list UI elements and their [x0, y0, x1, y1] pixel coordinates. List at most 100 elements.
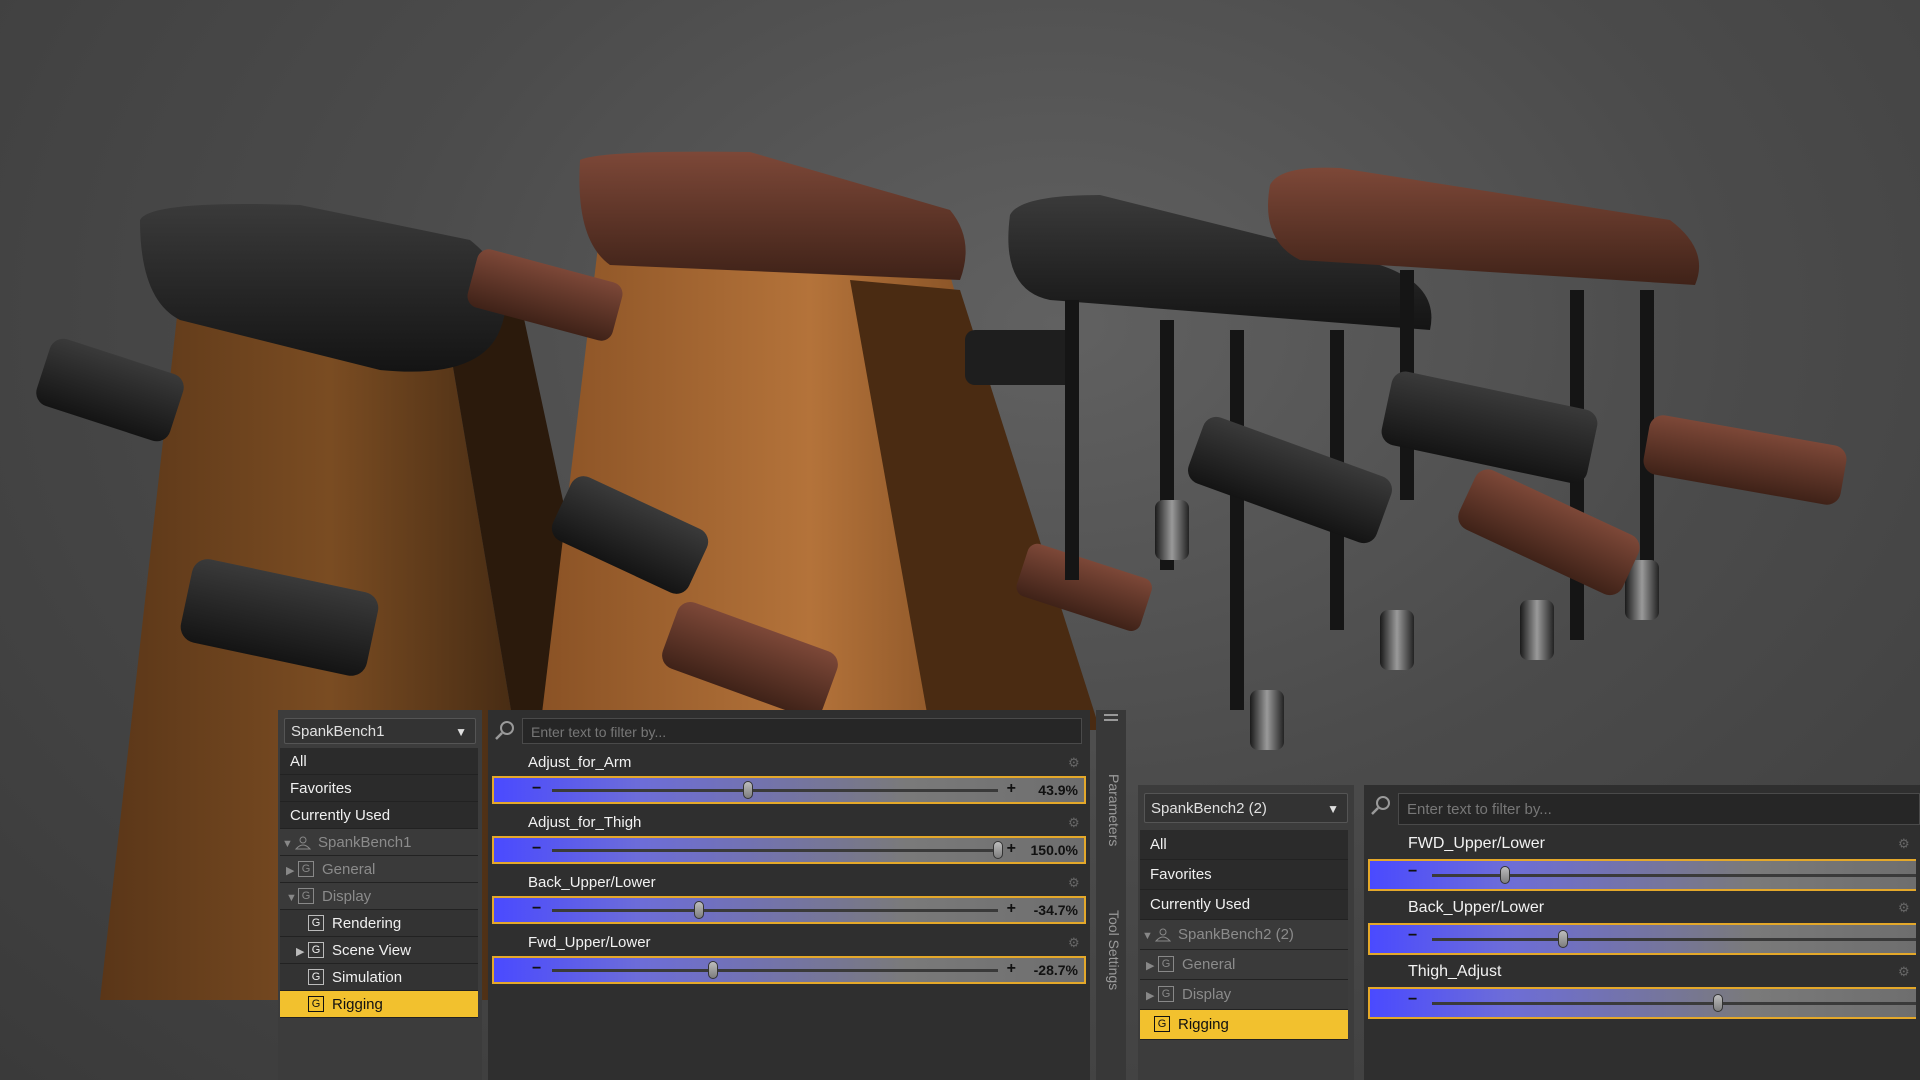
parameter-slider[interactable]: − + -28.7% [492, 956, 1086, 984]
gear-icon[interactable]: ⚙ [1068, 756, 1082, 770]
collapse-arrow-icon[interactable]: ▶ [1146, 951, 1158, 981]
slider-knob[interactable] [1499, 866, 1510, 884]
filter-input[interactable]: Enter text to filter by... [1398, 793, 1920, 825]
tree-item-display[interactable]: ▶ G Display [1140, 980, 1348, 1010]
slider-track[interactable] [552, 781, 998, 799]
increment-button[interactable]: + [1007, 961, 1016, 977]
slider-track[interactable] [552, 901, 998, 919]
slider-knob[interactable] [743, 781, 754, 799]
group-icon: G [1154, 1016, 1170, 1033]
parameter-label: Thigh_Adjust [1408, 963, 1502, 980]
group-icon: G [298, 888, 314, 905]
slider-knob[interactable] [1557, 930, 1568, 948]
slider-track[interactable] [552, 841, 1003, 859]
parameter-slider[interactable]: − [1368, 923, 1916, 955]
menu-icon[interactable] [1104, 714, 1118, 726]
increment-button[interactable]: + [1007, 841, 1016, 857]
tree-item-display[interactable]: ▼ G Display [280, 883, 478, 910]
decrement-button[interactable]: − [1408, 864, 1417, 880]
tree-item-label: Display [322, 888, 372, 905]
parameter-row: Adjust_for_Arm ⚙ − +43.9% [492, 752, 1086, 810]
slider-track[interactable] [552, 961, 998, 979]
parameter-value[interactable]: 43.9% [1038, 782, 1078, 798]
decrement-button[interactable]: − [1408, 928, 1417, 944]
tree-item-label: Favorites [1150, 866, 1212, 883]
tree-item-scene-view[interactable]: ▶ G Scene View [280, 937, 478, 964]
decrement-button[interactable]: − [532, 841, 541, 857]
gear-icon[interactable]: ⚙ [1068, 876, 1082, 890]
tree-item-all[interactable]: All [1140, 830, 1348, 860]
tree-item-label: All [1150, 836, 1167, 853]
increment-button[interactable]: + [1007, 901, 1016, 917]
tree-item-rigging[interactable]: G Rigging [280, 991, 478, 1018]
gear-icon[interactable]: ⚙ [1068, 816, 1082, 830]
parameter-value[interactable]: -28.7% [1034, 962, 1078, 978]
parameter-slider[interactable]: − [1368, 987, 1916, 1019]
slider-knob[interactable] [707, 961, 718, 979]
collapse-arrow-icon[interactable]: ▶ [286, 858, 298, 885]
decrement-button[interactable]: − [532, 781, 541, 797]
parameter-row: Back_Upper/Lower ⚙ − + -34.7% [492, 872, 1086, 930]
parameter-label: Back_Upper/Lower [1408, 899, 1545, 916]
collapse-arrow-icon[interactable]: ▶ [1146, 981, 1158, 1011]
node-selector-dropdown[interactable]: SpankBench1 ▼ [284, 718, 476, 744]
parameter-row: Back_Upper/Lower ⚙ − [1368, 897, 1916, 955]
tab-parameters[interactable]: Parameters [1100, 750, 1122, 870]
tree-item-all[interactable]: All [280, 748, 478, 775]
decrement-button[interactable]: − [1408, 992, 1417, 1008]
expand-arrow-icon[interactable]: ▼ [286, 885, 298, 912]
parameter-row: Thigh_Adjust ⚙ − [1368, 961, 1916, 1019]
tree-item-label: General [322, 861, 376, 878]
gear-icon[interactable]: ⚙ [1068, 936, 1082, 950]
tree-item-general[interactable]: ▶ G General [280, 856, 478, 883]
slider-track[interactable] [1432, 930, 1916, 948]
parameter-row: Fwd_Upper/Lower ⚙ − + -28.7% [492, 932, 1086, 990]
tree-item-spankbench2-2[interactable]: ▼ SpankBench2 (2) [1140, 920, 1348, 950]
filter-bar: Enter text to filter by... [1364, 793, 1920, 827]
parameter-value[interactable]: 150.0% [1031, 842, 1078, 858]
slider-knob[interactable] [1712, 994, 1723, 1012]
slider-track[interactable] [1432, 866, 1916, 884]
decrement-button[interactable]: − [532, 961, 541, 977]
tree-item-currently-used[interactable]: Currently Used [280, 802, 478, 829]
parameter-label: Back_Upper/Lower [528, 874, 656, 891]
tree-item-rendering[interactable]: G Rendering [280, 910, 478, 937]
slider-track[interactable] [1432, 994, 1916, 1012]
increment-button[interactable]: + [1007, 781, 1016, 797]
tree-item-favorites[interactable]: Favorites [280, 775, 478, 802]
node-selector-value: SpankBench2 (2) [1151, 800, 1267, 817]
tab-tool-settings[interactable]: Tool Settings [1100, 890, 1122, 1010]
decrement-button[interactable]: − [532, 901, 541, 917]
gear-icon[interactable]: ⚙ [1898, 901, 1912, 915]
tree-item-rigging[interactable]: G Rigging [1140, 1010, 1348, 1040]
parameter-slider[interactable]: − [1368, 859, 1916, 891]
parameter-list: Enter text to filter by... FWD_Upper/Low… [1364, 785, 1920, 1080]
slider-knob[interactable] [694, 901, 705, 919]
parameter-label: Adjust_for_Thigh [528, 814, 642, 831]
tree-item-simulation[interactable]: G Simulation [280, 964, 478, 991]
tree-item-label: SpankBench2 (2) [1178, 926, 1294, 943]
filter-input[interactable]: Enter text to filter by... [522, 718, 1082, 744]
parameter-value[interactable]: -34.7% [1034, 902, 1078, 918]
group-icon: G [308, 996, 324, 1013]
parameter-slider[interactable]: − +43.9% [492, 776, 1086, 804]
tree-item-label: Favorites [290, 780, 352, 797]
gear-icon[interactable]: ⚙ [1898, 965, 1912, 979]
tree-item-spankbench1[interactable]: ▼ SpankBench1 [280, 829, 478, 856]
slider-knob[interactable] [993, 841, 1003, 859]
parameter-slider[interactable]: − + -34.7% [492, 896, 1086, 924]
tree-item-label: General [1182, 956, 1236, 973]
tree-item-favorites[interactable]: Favorites [1140, 860, 1348, 890]
tree-item-label: SpankBench1 [318, 834, 412, 851]
gear-icon[interactable]: ⚙ [1898, 837, 1912, 851]
expand-arrow-icon[interactable]: ▼ [1142, 921, 1154, 951]
tree-item-general[interactable]: ▶ G General [1140, 950, 1348, 980]
parameters-panel-1: SpankBench1 ▼ All Favorites Currently Used… [278, 710, 1128, 1080]
parameter-slider[interactable]: − +150.0% [492, 836, 1086, 864]
tree-item-currently-used[interactable]: Currently Used [1140, 890, 1348, 920]
group-icon: G [308, 915, 324, 932]
collapse-arrow-icon[interactable]: ▶ [296, 939, 308, 966]
expand-arrow-icon[interactable]: ▼ [282, 831, 294, 858]
side-tab-strip: Parameters Tool Settings [1096, 710, 1126, 1080]
node-selector-dropdown[interactable]: SpankBench2 (2) ▼ [1144, 793, 1348, 823]
